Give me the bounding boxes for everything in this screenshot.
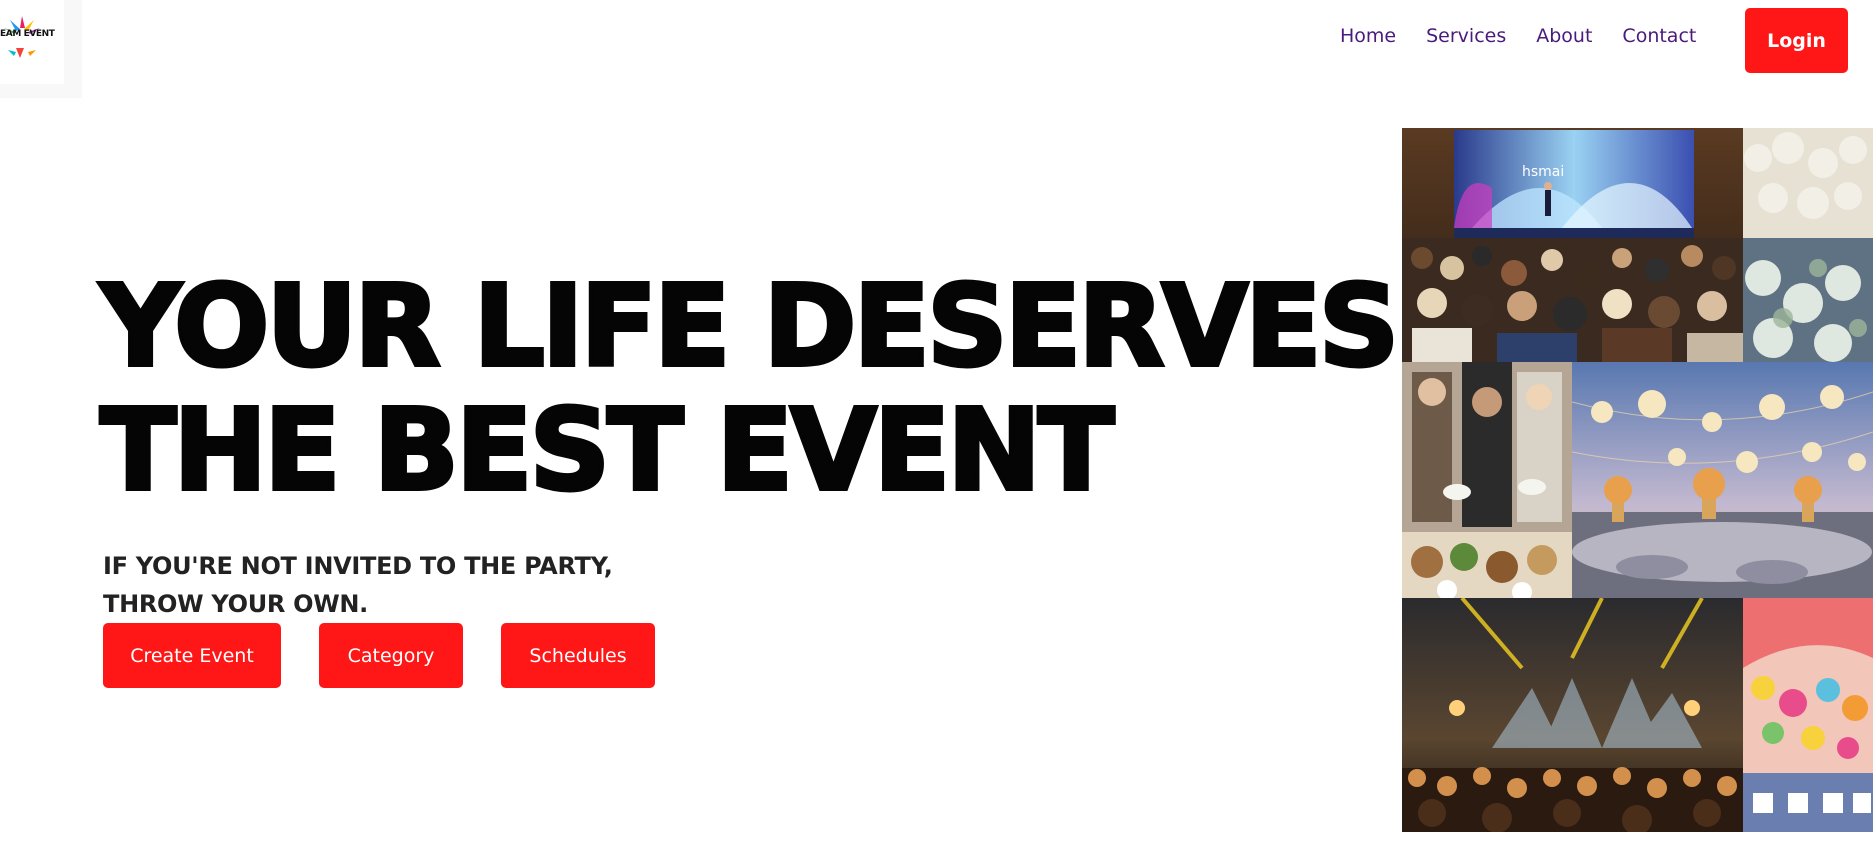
login-button[interactable]: Login <box>1745 8 1848 73</box>
lantern-dinner-photo <box>1572 362 1873 598</box>
wedding-hall-image <box>1743 128 1873 362</box>
nav-about-link[interactable]: About <box>1536 25 1592 47</box>
hero-subtitle-line-1: IF YOU'RE NOT INVITED TO THE PARTY, <box>103 552 613 580</box>
colorful-decor-photo <box>1743 598 1873 832</box>
hero-subtitle: IF YOU'RE NOT INVITED TO THE PARTY, THRO… <box>103 547 613 623</box>
conference-photo: hsmai <box>1402 128 1743 362</box>
hero-title-line-1: YOUR LIFE DESERVES <box>98 262 1401 392</box>
concert-photo <box>1402 598 1743 832</box>
party-guests-photo <box>1402 362 1572 598</box>
nav-contact-link[interactable]: Contact <box>1622 25 1696 47</box>
nav-services-link[interactable]: Services <box>1426 25 1506 47</box>
nav-home-link[interactable]: Home <box>1340 25 1396 47</box>
logo-container[interactable]: EAM EVENT <box>0 0 82 98</box>
category-button[interactable]: Category <box>319 623 463 688</box>
hero-subtitle-line-2: THROW YOUR OWN. <box>103 590 368 618</box>
conference-banner-text: hsmai <box>1522 164 1564 180</box>
create-event-button[interactable]: Create Event <box>103 623 281 688</box>
conference-image: hsmai <box>1402 128 1743 362</box>
hero-title-line-2: THE BEST EVENT <box>98 386 1116 516</box>
hero-title: YOUR LIFE DESERVES THE BEST EVENT <box>98 262 1401 516</box>
wedding-hall-photo <box>1743 128 1873 362</box>
event-photo-collage: hsmai <box>1402 128 1873 832</box>
party-guests-image <box>1402 362 1572 598</box>
logo-text: EAM EVENT <box>0 29 55 39</box>
lantern-dinner-image <box>1572 362 1873 598</box>
logo[interactable]: EAM EVENT <box>0 0 64 84</box>
concert-image <box>1402 598 1743 832</box>
schedules-button[interactable]: Schedules <box>501 623 655 688</box>
main-nav: Home Services About Contact <box>1340 25 1726 47</box>
colorful-decor-image <box>1743 598 1873 832</box>
